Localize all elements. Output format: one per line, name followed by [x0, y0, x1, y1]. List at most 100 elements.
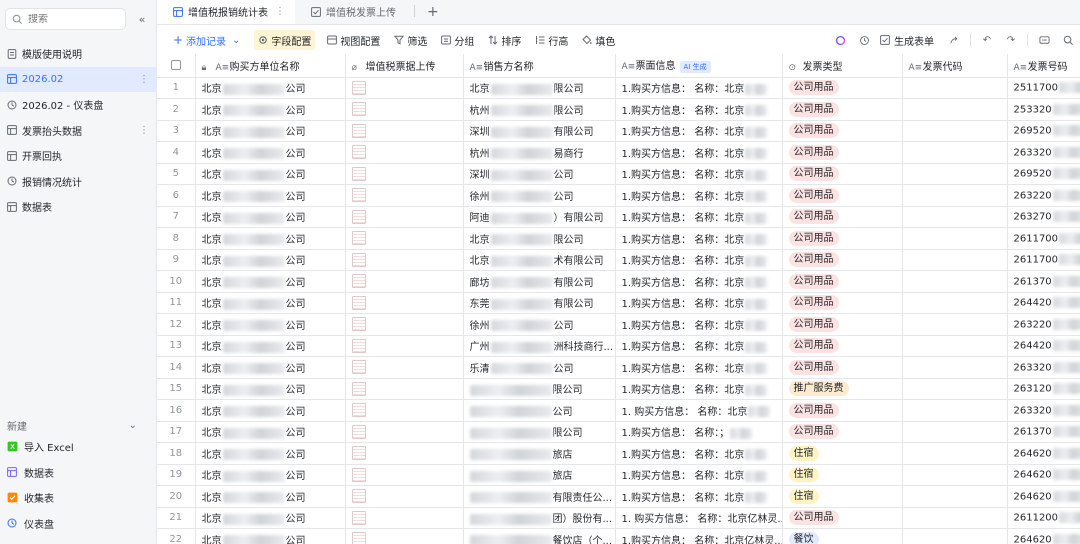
- table-row[interactable]: 9 北京 公司 北京 术有限公司 1.购买方信息： 名称：北京 公司用品 2611700: [157, 249, 1080, 271]
- info-cell[interactable]: 1. 购买方信息： 名称：北京亿林灵...: [615, 507, 783, 529]
- number-cell[interactable]: 261370: [1007, 421, 1080, 443]
- table-row[interactable]: 5 北京 公司 深圳 公司 1.购买方信息： 名称：北京 公司用品 269520: [157, 163, 1080, 185]
- sort-button[interactable]: 排序: [488, 30, 521, 50]
- invoice-thumbnail[interactable]: [351, 145, 366, 160]
- invoice-thumbnail[interactable]: [351, 80, 366, 95]
- sidebar-item[interactable]: 2026.02 ⋮: [0, 66, 157, 92]
- type-cell[interactable]: 公司用品: [782, 227, 903, 250]
- info-cell[interactable]: 1.购买方信息： 名称：北京: [615, 120, 783, 142]
- seller-cell[interactable]: 杭州 易商行: [463, 141, 616, 164]
- column-header-seller[interactable]: A≡销售方名称: [463, 54, 616, 78]
- new-section-header[interactable]: 新建 ⌄: [0, 416, 157, 434]
- info-cell[interactable]: 1.购买方信息： 名称：北京: [615, 442, 783, 465]
- column-header-number[interactable]: A≡发票号码: [1007, 54, 1080, 78]
- info-cell[interactable]: 1.购买方信息： 名称：北京: [615, 313, 783, 336]
- more-vertical-icon[interactable]: ⋮: [139, 74, 149, 85]
- code-cell[interactable]: [902, 442, 1008, 465]
- invoice-thumbnail[interactable]: [351, 424, 366, 439]
- type-cell[interactable]: 公司用品: [782, 77, 903, 99]
- table-row[interactable]: 16 北京 公司 公司 1. 购买方信息： 名称：北京 公司用品 263320: [157, 399, 1080, 422]
- seller-cell[interactable]: 限公司: [463, 421, 616, 443]
- info-cell[interactable]: 1.购买方信息： 名称：北京亿林灵...: [615, 528, 783, 544]
- table-row[interactable]: 20 北京 公司 有限责任公... 1.购买方信息： 名称：北京 住宿 264620: [157, 485, 1080, 508]
- table-row[interactable]: 6 北京 公司 徐州 公司 1.购买方信息： 名称：北京 公司用品 263220: [157, 184, 1080, 207]
- info-cell[interactable]: 1.购买方信息： 名称：北京: [615, 485, 783, 508]
- code-cell[interactable]: [902, 98, 1008, 121]
- buyer-cell[interactable]: 北京 公司: [195, 292, 346, 314]
- code-cell[interactable]: [902, 378, 1008, 400]
- buyer-cell[interactable]: 北京 公司: [195, 464, 346, 486]
- number-cell[interactable]: 2611700: [1007, 227, 1080, 250]
- upload-cell[interactable]: [345, 378, 464, 400]
- chevron-down-icon[interactable]: ⌄: [129, 420, 137, 431]
- upload-cell[interactable]: [345, 442, 464, 465]
- code-cell[interactable]: [902, 313, 1008, 336]
- invoice-thumbnail[interactable]: [351, 510, 366, 525]
- number-cell[interactable]: 2611700: [1007, 249, 1080, 271]
- invoice-thumbnail[interactable]: [351, 360, 366, 375]
- number-cell[interactable]: 263320: [1007, 399, 1080, 422]
- info-cell[interactable]: 1.购买方信息： 名称：北京: [615, 184, 783, 207]
- upload-cell[interactable]: [345, 292, 464, 314]
- buyer-cell[interactable]: 北京 公司: [195, 507, 346, 529]
- buyer-cell[interactable]: 北京 公司: [195, 270, 346, 293]
- buyer-cell[interactable]: 北京 公司: [195, 227, 346, 250]
- type-cell[interactable]: 公司用品: [782, 335, 903, 357]
- number-cell[interactable]: 264620: [1007, 485, 1080, 508]
- info-cell[interactable]: 1.购买方信息： 名称：北京: [615, 270, 783, 293]
- type-cell[interactable]: 餐饮: [782, 528, 903, 544]
- ai-assistant-icon[interactable]: [828, 35, 852, 46]
- number-cell[interactable]: 253320: [1007, 98, 1080, 121]
- code-cell[interactable]: [902, 270, 1008, 293]
- add-tab-icon[interactable]: +: [423, 0, 443, 24]
- number-cell[interactable]: 264620: [1007, 464, 1080, 486]
- table-row[interactable]: 22 北京 公司 餐饮店（个... 1.购买方信息： 名称：北京亿林灵... 餐饮 2646…: [157, 528, 1080, 544]
- buyer-cell[interactable]: 北京 公司: [195, 442, 346, 465]
- table-row[interactable]: 14 北京 公司 乐清 公司 1.购买方信息： 名称：北京 公司用品 263320: [157, 356, 1080, 379]
- buyer-cell[interactable]: 北京 公司: [195, 249, 346, 271]
- seller-cell[interactable]: 阿迪 ）有限公司: [463, 206, 616, 228]
- type-cell[interactable]: 公司用品: [782, 163, 903, 185]
- undo-icon[interactable]: ↶: [975, 35, 999, 46]
- type-cell[interactable]: 公司用品: [782, 120, 903, 142]
- info-cell[interactable]: 1.购买方信息： 名称：北京: [615, 227, 783, 250]
- seller-cell[interactable]: 廊坊 有限公司: [463, 270, 616, 293]
- filter-button[interactable]: 筛选: [394, 30, 427, 50]
- upload-cell[interactable]: [345, 120, 464, 142]
- chevron-down-icon[interactable]: ⌄: [232, 35, 240, 46]
- new-item[interactable]: 仪表盘: [0, 511, 157, 537]
- buyer-cell[interactable]: 北京 公司: [195, 184, 346, 207]
- upload-cell[interactable]: [345, 206, 464, 228]
- upload-cell[interactable]: [345, 184, 464, 207]
- code-cell[interactable]: [902, 356, 1008, 379]
- add-record-button[interactable]: + 添加记录 ⌄: [173, 30, 240, 50]
- seller-cell[interactable]: 杭州 限公司: [463, 98, 616, 121]
- upload-cell[interactable]: [345, 399, 464, 422]
- info-cell[interactable]: 1.购买方信息： 名称：北京: [615, 464, 783, 486]
- number-cell[interactable]: 263270: [1007, 206, 1080, 228]
- buyer-cell[interactable]: 北京 公司: [195, 528, 346, 544]
- column-header-code[interactable]: A≡发票代码: [902, 54, 1008, 78]
- search-box[interactable]: [5, 8, 126, 30]
- code-cell[interactable]: [902, 507, 1008, 529]
- code-cell[interactable]: [902, 464, 1008, 486]
- seller-cell[interactable]: 北京 术有限公司: [463, 249, 616, 271]
- number-cell[interactable]: 264620: [1007, 442, 1080, 465]
- column-header-buyer[interactable]: 🔒︎ A≡购买方单位名称: [195, 54, 346, 78]
- info-cell[interactable]: 1.购买方信息： 名称：北京: [615, 77, 783, 99]
- upload-cell[interactable]: [345, 270, 464, 293]
- generate-form-button[interactable]: 生成表单: [876, 33, 942, 48]
- share-icon[interactable]: [942, 35, 966, 46]
- code-cell[interactable]: [902, 184, 1008, 207]
- group-button[interactable]: 分组: [441, 30, 474, 50]
- invoice-thumbnail[interactable]: [351, 317, 366, 332]
- number-cell[interactable]: 2511700: [1007, 77, 1080, 99]
- invoice-thumbnail[interactable]: [351, 274, 366, 289]
- info-cell[interactable]: 1.购买方信息： 名称：北京: [615, 206, 783, 228]
- invoice-thumbnail[interactable]: [351, 403, 366, 418]
- type-cell[interactable]: 公司用品: [782, 399, 903, 422]
- seller-cell[interactable]: 徐州 公司: [463, 313, 616, 336]
- code-cell[interactable]: [902, 120, 1008, 142]
- redo-icon[interactable]: ↷: [999, 35, 1023, 46]
- code-cell[interactable]: [902, 335, 1008, 357]
